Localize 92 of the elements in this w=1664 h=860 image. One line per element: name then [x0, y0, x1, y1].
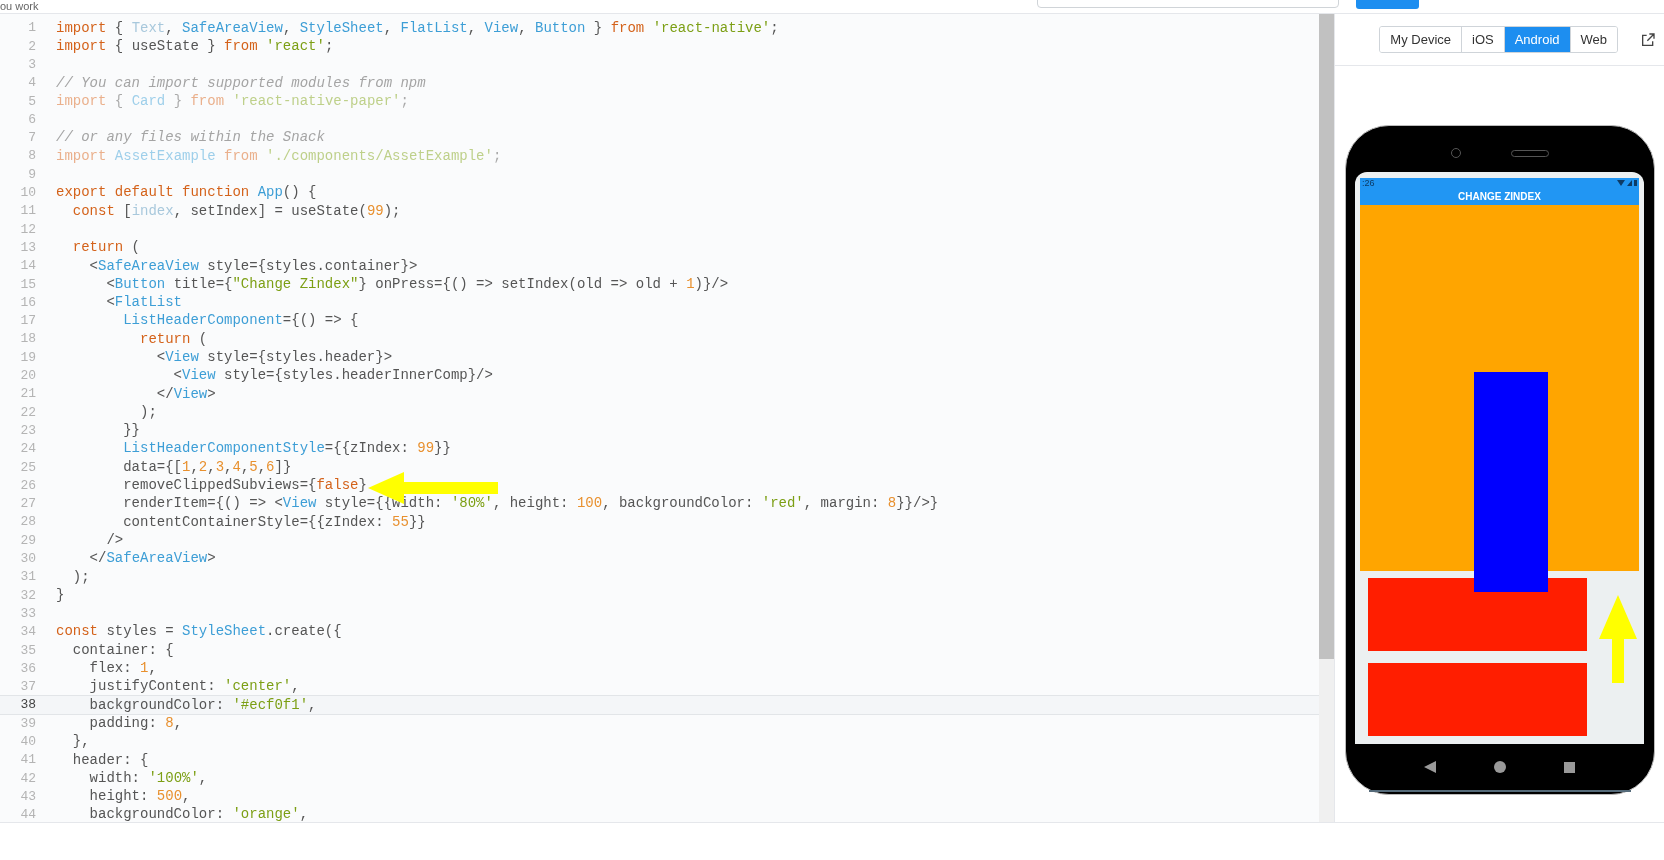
line-number: 8 [27, 147, 36, 166]
code-text: import { Card } from 'react-native-paper'; [56, 91, 409, 111]
code-text: import { useState } from 'react'; [56, 36, 334, 56]
line-number: 42 [19, 769, 36, 788]
top-caption: ou work [0, 0, 39, 13]
line-number: 14 [19, 257, 36, 276]
line-number: 20 [19, 367, 36, 386]
line-number: 9 [27, 165, 36, 184]
code-text: }} [122, 421, 140, 441]
line-number: 37 [19, 678, 36, 697]
code-text: const styles = StyleSheet.create({ [56, 622, 342, 642]
code-text: /> [105, 530, 124, 550]
code-text: height: 500, [88, 787, 191, 807]
line-number: 16 [19, 293, 36, 312]
line-number: 30 [19, 550, 36, 568]
line-number: 4 [27, 74, 36, 93]
line-number: 24 [19, 440, 36, 459]
code-text: } [56, 585, 65, 605]
line-number: 18 [19, 330, 36, 349]
code-text: ); [139, 402, 157, 422]
line-number: 29 [19, 531, 36, 550]
line-number: 2 [27, 37, 36, 56]
code-text: ListHeaderComponent={() => { [122, 311, 359, 331]
code-text: </View> [155, 384, 216, 404]
line-number: 10 [19, 184, 36, 203]
line-number: 25 [19, 458, 36, 477]
code-text: renderItem={() => <View style={{width: '80%', height: 100, backgroundColor: 'red', margin: 8}}/>} [122, 494, 939, 514]
line-number: 40 [19, 733, 36, 751]
line-number: 39 [19, 714, 36, 733]
line-number: 27 [19, 495, 36, 514]
code-text: ListHeaderComponentStyle={{zIndex: 99}} [122, 439, 451, 459]
code-text: flex: 1, [88, 659, 157, 679]
line-number: 19 [19, 348, 36, 367]
line-number: 12 [19, 220, 36, 239]
line-number: 1 [27, 19, 36, 38]
code-text: <View style={styles.header}> [155, 348, 393, 367]
line-number: 36 [19, 659, 36, 678]
line-number: 31 [19, 568, 36, 587]
code-text: header: { [71, 750, 149, 770]
code-text: removeClippedSubviews={false} [122, 476, 367, 496]
home-icon[interactable] [1494, 761, 1506, 773]
line-number: 32 [19, 586, 36, 605]
line-number: 22 [19, 403, 36, 422]
line-number: 28 [19, 513, 36, 532]
line-number: 43 [19, 787, 36, 806]
line-number: 3 [27, 56, 36, 74]
code-text: width: '100%', [88, 768, 208, 788]
line-number: 38 [19, 696, 36, 715]
code-text: import AssetExample from './components/AssetExample'; [56, 146, 502, 166]
code-text: <FlatList [105, 293, 183, 313]
code-text: const [index, setIndex] = useState(99); [71, 201, 401, 221]
line-number: 26 [19, 476, 36, 495]
code-text: }, [71, 732, 90, 752]
code-text: // or any files within the Snack [56, 128, 325, 148]
code-text: justifyContent: 'center', [88, 677, 300, 697]
recents-icon[interactable] [1563, 761, 1575, 773]
line-number: 5 [27, 92, 36, 111]
code-text: </SafeAreaView> [88, 549, 216, 569]
external-link-icon[interactable] [1640, 31, 1656, 48]
line-number: 7 [27, 129, 36, 148]
line-number: 33 [19, 604, 36, 623]
status-time: :26 [1362, 178, 1375, 188]
code-text: // You can import supported modules from npm [56, 73, 426, 93]
scrollbar-thumb[interactable] [1319, 14, 1334, 659]
code-text: backgroundColor: '#ecf0f1', [88, 695, 317, 715]
code-text: <View style={styles.headerInnerComp}/> [172, 366, 493, 386]
line-number: 34 [19, 623, 36, 642]
line-number: 23 [19, 421, 36, 440]
line-number: 21 [19, 385, 36, 404]
code-text: <Button title={"Change Zindex"} onPress={() => setIndex(old => old + 1)}/> [105, 274, 729, 294]
back-icon[interactable] [1424, 761, 1437, 773]
code-text: container: { [71, 640, 174, 660]
line-number: 35 [19, 641, 36, 660]
device-tab[interactable]: Web [1569, 27, 1617, 52]
code-text: backgroundColor: 'orange', [88, 805, 309, 825]
code-text: ); [71, 567, 90, 587]
line-number: 41 [19, 751, 36, 770]
line-number: 6 [27, 110, 36, 129]
line-number: 13 [19, 238, 36, 257]
signal-icon [1617, 179, 1637, 187]
code-text: contentContainerStyle={{zIndex: 55}} [122, 512, 426, 532]
code-text: return ( [139, 329, 208, 349]
code-text: export default function App() { [56, 183, 317, 203]
line-number: 17 [19, 312, 36, 331]
line-number: 15 [19, 275, 36, 294]
code-text: data={[1,2,3,4,5,6]} [122, 457, 292, 477]
code-text: import { Text, SafeAreaView, StyleSheet, FlatList, View, Button } from 'react-native'; [56, 18, 779, 38]
line-number: 44 [19, 806, 36, 825]
code-text: <SafeAreaView style={styles.container}> [88, 256, 418, 276]
code-text: return ( [71, 238, 141, 258]
code-text: padding: 8, [88, 713, 183, 733]
line-number: 11 [19, 202, 36, 221]
